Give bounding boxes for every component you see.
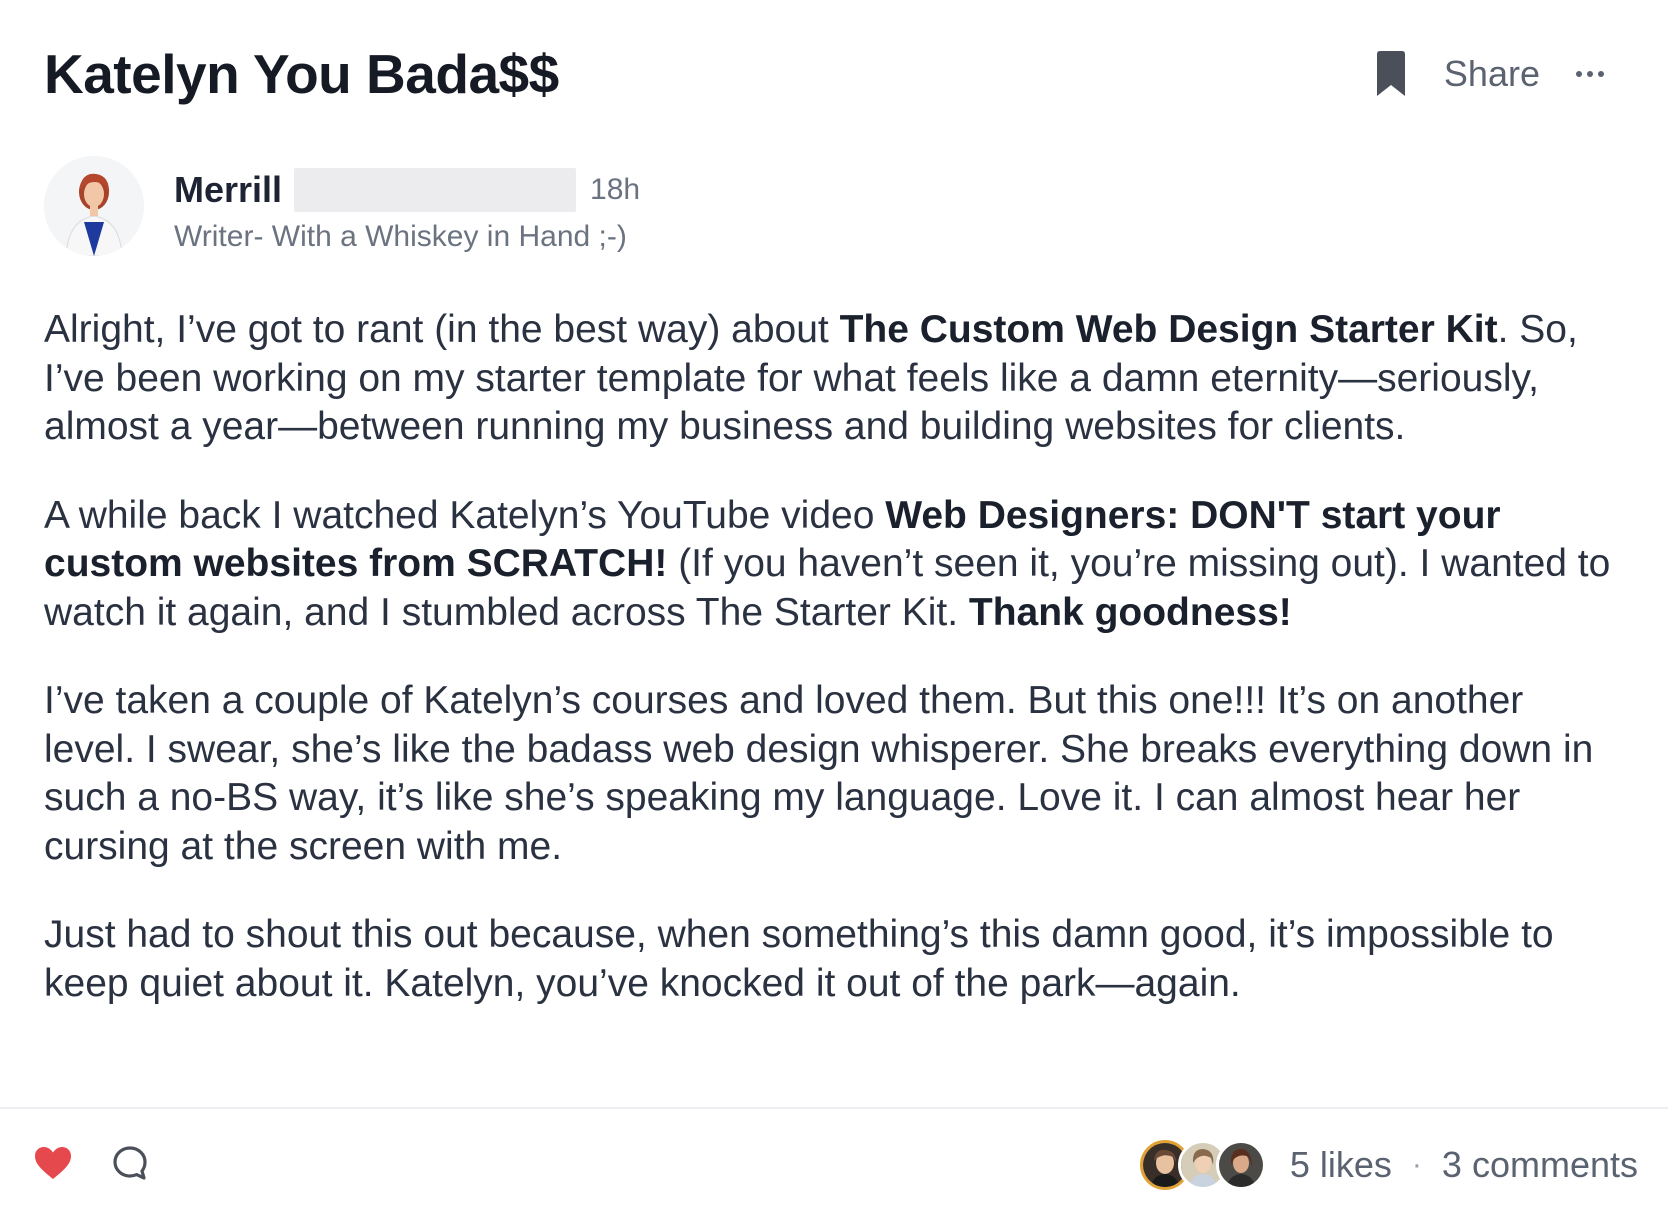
footer-divider	[0, 1107, 1668, 1109]
paragraph-2: A while back I watched Katelyn’s YouTube…	[44, 492, 1624, 638]
post-body: Alright, I’ve got to rant (in the best w…	[44, 306, 1624, 1048]
post-footer: 5 likes · 3 comments	[34, 1130, 1638, 1200]
post-header: Katelyn You Bada$$ Share	[44, 34, 1624, 114]
liker-avatars[interactable]	[1139, 1140, 1266, 1190]
author-meta: Merrill 18h Writer- With a Whiskey in Ha…	[174, 168, 640, 254]
post-title: Katelyn You Bada$$	[44, 43, 559, 105]
paragraph-4: Just had to shout this out because, when…	[44, 913, 1554, 1005]
more-options-icon[interactable]	[1576, 63, 1604, 85]
paragraph-3: I’ve taken a couple of Katelyn’s courses…	[44, 679, 1594, 868]
liker-avatar[interactable]	[1215, 1140, 1266, 1190]
author-block: Merrill 18h Writer- With a Whiskey in Ha…	[44, 156, 640, 256]
author-name[interactable]: Merrill	[174, 169, 282, 211]
engagement-summary: 5 likes · 3 comments	[1139, 1140, 1638, 1190]
bold-text: The Custom Web Design Starter Kit	[839, 308, 1498, 351]
bookmark-icon[interactable]	[1374, 50, 1408, 98]
comments-count[interactable]: 3 comments	[1442, 1144, 1638, 1186]
likes-count[interactable]: 5 likes	[1290, 1144, 1392, 1186]
comment-bubble-icon[interactable]	[112, 1145, 148, 1186]
header-actions: Share	[1374, 50, 1624, 98]
author-bio: Writer- With a Whiskey in Hand ;-)	[174, 220, 627, 253]
paragraph-1: Alright, I’ve got to rant (in the best w…	[44, 306, 1624, 452]
post-timestamp: 18h	[590, 173, 641, 206]
author-avatar[interactable]	[44, 156, 144, 256]
paragraph-text: A while back I watched Katelyn’s YouTube…	[44, 493, 886, 537]
redacted-name-block	[294, 168, 577, 212]
paragraph-text: Alright, I’ve got to rant (in the best w…	[44, 308, 840, 351]
reaction-actions	[34, 1145, 148, 1186]
share-button[interactable]: Share	[1444, 53, 1540, 95]
bold-text: Thank goodness!	[968, 590, 1292, 634]
stats-separator: ·	[1411, 1148, 1422, 1181]
heart-icon[interactable]	[34, 1146, 72, 1185]
author-line: Merrill 18h	[174, 168, 640, 212]
